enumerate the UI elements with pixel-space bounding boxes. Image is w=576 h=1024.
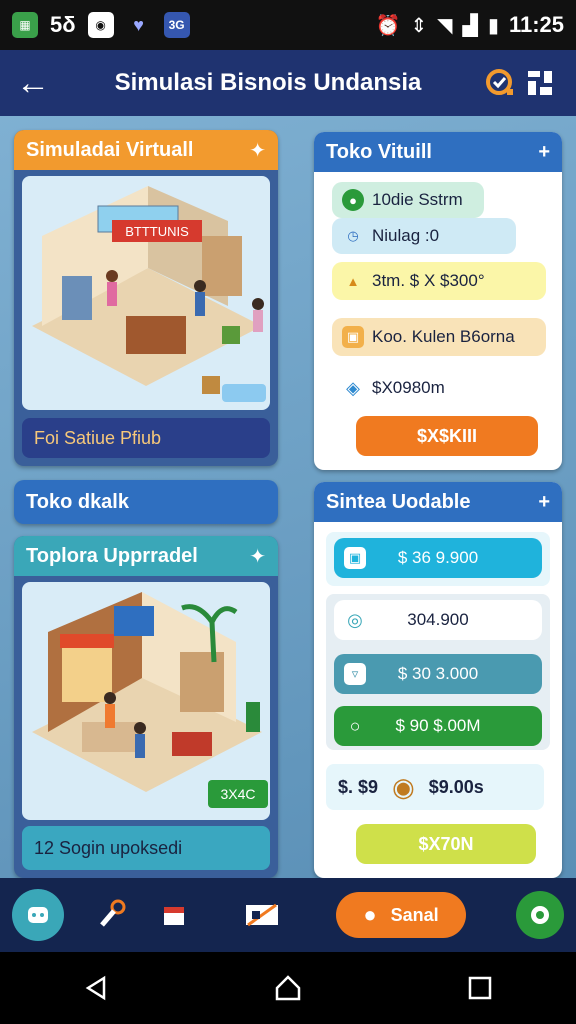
svg-text:BTTTUNIS: BTTTUNIS [125, 224, 189, 239]
coin-bag-icon: ◉ [392, 771, 415, 802]
toko-row-total: ◈ $X0980m [332, 370, 546, 406]
plus-icon[interactable]: + [538, 491, 550, 514]
bag-icon: ▲ [346, 273, 360, 289]
nav-recents-icon[interactable] [460, 968, 500, 1008]
card-virtual-title: Simuladai Virtuall [26, 138, 194, 161]
card-toko-virtual: Toko Vituill + ● 10die Sstrm ◷ Niulag :0… [314, 132, 562, 470]
summary-left-value: $. $9 [338, 776, 379, 797]
card-upgrade-header: Toplora Upprradel ✦ [14, 536, 278, 576]
summary-right-value: $9.00s [428, 776, 484, 797]
status-left-text: 5δ [50, 12, 76, 37]
toko-virtual-title: Toko Vituill [326, 140, 432, 163]
status-bar: ▦ 5δ ◉ ♥ 3G ⏰ ⇕ ◥ ▟ ▮ 11:25 [0, 0, 576, 50]
circle-icon: ○ [349, 715, 361, 736]
local-shop-illustration: 3X4C [22, 582, 270, 820]
ticket-icon[interactable] [236, 889, 288, 941]
card-upgrade-caption[interactable]: 12 Sogin upoksedi [22, 826, 270, 870]
nav-home-icon[interactable] [268, 968, 308, 1008]
sparkle-icon[interactable]: ✦ [249, 138, 266, 163]
toko-row-collection[interactable]: ▣ Koo. Kulen B6orna [332, 318, 546, 356]
system-nav [0, 952, 576, 1024]
cube-icon: ◈ [346, 377, 360, 398]
toko-lokal-title: Toko dkalk [26, 490, 129, 513]
simulation-row-3[interactable]: ▿ $ 30 3.000 [334, 654, 542, 694]
box-icon: ▣ [342, 326, 364, 348]
user-icon: ● [363, 902, 377, 927]
chat-bot-icon[interactable] [12, 889, 64, 941]
simulation-row-4[interactable]: ○ $ 90 $.00M [334, 706, 542, 746]
simulation-row-4-value: $ 90 $.00M [395, 716, 481, 735]
svg-text:3X4C: 3X4C [220, 786, 255, 802]
simulation-row-1-value: $ 36 9.900 [397, 548, 479, 567]
clock-icon: ◷ [347, 228, 359, 243]
nav-back-icon[interactable] [76, 968, 116, 1008]
app-bar: ← Simulasi Bisnois Undansia [0, 50, 576, 116]
app-notification-icon: ▦ [12, 12, 38, 38]
simulation-button[interactable]: $X70N [356, 824, 536, 864]
network-notification-icon: 3G [163, 12, 190, 38]
shield-notification-icon: ♥ [133, 14, 144, 35]
alarm-icon: ⏰ [375, 14, 401, 37]
sparkle-icon[interactable]: ✦ [249, 544, 266, 569]
toko-row-stock-label: 10die Sstrm [372, 190, 463, 209]
simulation-summary: $. $9 ◉ $9.00s [326, 764, 544, 810]
toko-row-stock[interactable]: ● 10die Sstrm [332, 182, 484, 218]
toko-virtual-header: Toko Vituill + [314, 132, 562, 172]
menu-grid-icon[interactable] [520, 63, 560, 103]
toko-lokal-header[interactable]: Toko dkalk [14, 480, 278, 524]
simulation-header: Sintea Uodable + [314, 482, 562, 522]
status-time: 11:25 [508, 12, 564, 37]
simulation-row-1[interactable]: ▣ $ 36 9.900 [334, 538, 542, 578]
toko-row-price-label: 3tm. $ X $300° [372, 271, 485, 290]
card-upgrade-title: Toplora Upprradel [26, 544, 198, 567]
simulation-row-2[interactable]: ◎ 304.900 [334, 600, 542, 640]
bottom-nav: ● Sanal [0, 878, 576, 952]
speed-check-icon[interactable] [480, 63, 520, 103]
camera-notification-icon: ◉ [87, 12, 114, 38]
simulation-title: Sintea Uodable [326, 490, 471, 513]
toko-row-price[interactable]: ▲ 3tm. $ X $300° [332, 262, 546, 300]
page-title: Simulasi Bisnois Undansia [114, 69, 422, 96]
card-virtual-simulation[interactable]: Simuladai Virtuall ✦ BTTTUNIS Foi Satiue… [14, 130, 278, 466]
toko-row-value-label: Niulag :0 [372, 226, 440, 245]
signal-icon: ▟ [462, 14, 478, 37]
toggle-icon: ● [342, 189, 364, 211]
box-icon[interactable] [148, 889, 200, 941]
card-virtual-caption[interactable]: Foi Satiue Pfiub [22, 418, 270, 458]
card-virtual-header: Simuladai Virtuall ✦ [14, 130, 278, 170]
image-icon: ▣ [344, 547, 366, 569]
key-tool-icon[interactable] [86, 889, 138, 941]
action-button-label: Sanal [390, 904, 439, 925]
toko-virtual-button[interactable]: $X$KIII [356, 416, 538, 456]
simulation-row-2-value: 304.900 [407, 610, 469, 629]
plus-icon[interactable]: + [538, 141, 550, 164]
settings-icon[interactable] [516, 891, 564, 939]
toko-row-total-label: $X0980m [372, 378, 445, 397]
card-simulation-list: Sintea Uodable + ▣ $ 36 9.900 ◎ 304.900 … [314, 482, 562, 878]
toko-row-value[interactable]: ◷ Niulag :0 [332, 218, 516, 254]
card-upgrade[interactable]: Toplora Upprradel ✦ 3X4C 12 Sogin upokse… [14, 536, 278, 878]
vibrate-icon: ⇕ [410, 14, 428, 37]
simulation-row-3-value: $ 30 3.000 [397, 664, 479, 683]
virtual-shop-illustration: BTTTUNIS [22, 176, 270, 410]
back-arrow-icon[interactable]: ← [16, 64, 56, 103]
coin-icon: ◎ [347, 609, 363, 630]
cup-icon: ▿ [344, 663, 366, 685]
wifi-icon: ◥ [437, 14, 453, 37]
battery-icon: ▮ [487, 14, 499, 37]
action-button[interactable]: ● Sanal [336, 892, 466, 938]
toko-row-collection-label: Koo. Kulen B6orna [372, 327, 515, 346]
